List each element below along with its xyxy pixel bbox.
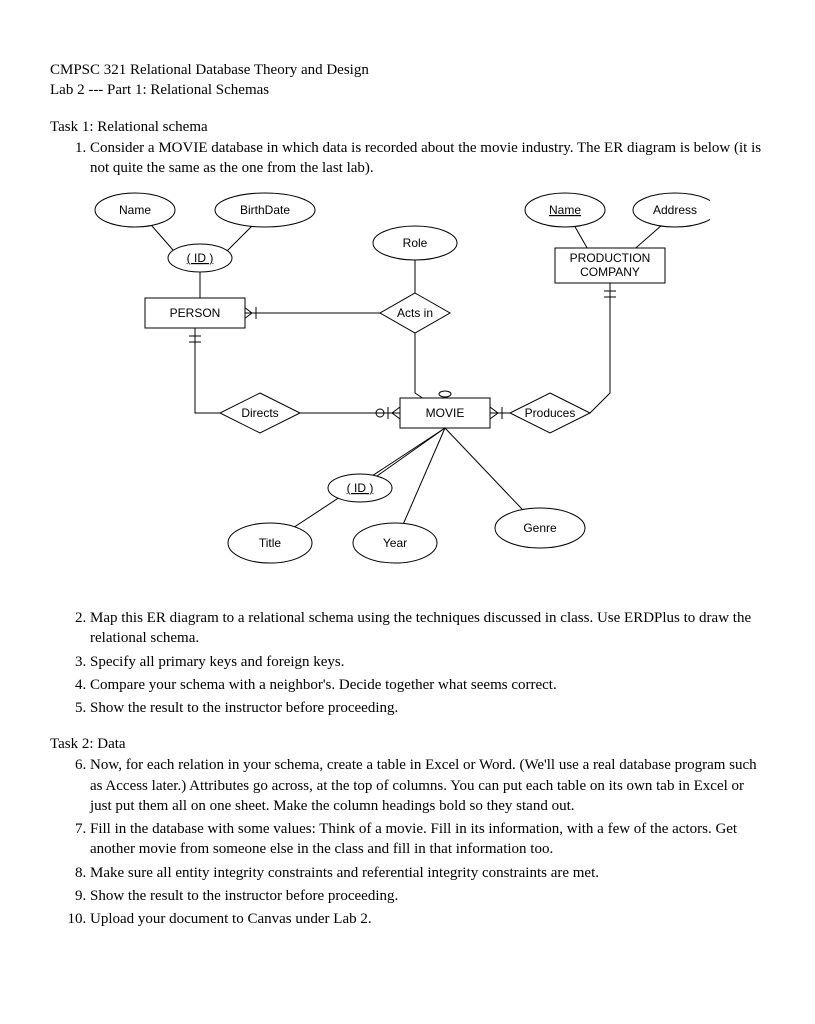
task2-list: Now, for each relation in your schema, c…: [72, 755, 765, 929]
attr-person-id: ( ID ): [187, 251, 214, 265]
course-title: CMPSC 321 Relational Database Theory and…: [50, 60, 765, 80]
rel-acts-in: Acts in: [397, 306, 433, 320]
entity-movie: MOVIE: [426, 406, 465, 420]
attr-prodco-address: Address: [653, 203, 697, 217]
task1-item-2: Map this ER diagram to a relational sche…: [90, 608, 765, 649]
attr-person-name: Name: [119, 203, 151, 217]
task2-title: Task 2: Data: [50, 736, 765, 753]
attr-prodco-name: Name: [549, 203, 581, 217]
task1-list-cont: Map this ER diagram to a relational sche…: [72, 608, 765, 718]
entity-prodco-1: PRODUCTION: [570, 251, 651, 265]
document-page: CMPSC 321 Relational Database Theory and…: [0, 0, 815, 982]
task1-item-5: Show the result to the instructor before…: [90, 698, 765, 718]
task2-item-10: Upload your document to Canvas under Lab…: [90, 909, 765, 929]
attr-movie-title: Title: [259, 536, 282, 550]
task1-item-1: Consider a MOVIE database in which data …: [90, 138, 765, 179]
rel-directs: Directs: [241, 406, 278, 420]
entity-prodco-2: COMPANY: [580, 265, 640, 279]
attr-movie-id: ( ID ): [347, 481, 374, 495]
task2-item-6: Now, for each relation in your schema, c…: [90, 755, 765, 816]
attr-role: Role: [403, 236, 428, 250]
er-diagram: PERSON MOVIE PRODUCTION COMPANY Acts in …: [70, 188, 710, 598]
task2-item-7: Fill in the database with some values: T…: [90, 819, 765, 860]
task1-item-3: Specify all primary keys and foreign key…: [90, 652, 765, 672]
task2-item-9: Show the result to the instructor before…: [90, 886, 765, 906]
task1-item-4: Compare your schema with a neighbor's. D…: [90, 675, 765, 695]
attr-movie-genre: Genre: [523, 521, 557, 535]
task1-title: Task 1: Relational schema: [50, 119, 765, 136]
lab-subtitle: Lab 2 --- Part 1: Relational Schemas: [50, 80, 765, 100]
attr-movie-year: Year: [383, 536, 407, 550]
entity-person: PERSON: [170, 306, 221, 320]
task2-item-8: Make sure all entity integrity constrain…: [90, 863, 765, 883]
task1-list: Consider a MOVIE database in which data …: [72, 138, 765, 179]
rel-produces: Produces: [525, 406, 576, 420]
attr-person-birthdate: BirthDate: [240, 203, 290, 217]
